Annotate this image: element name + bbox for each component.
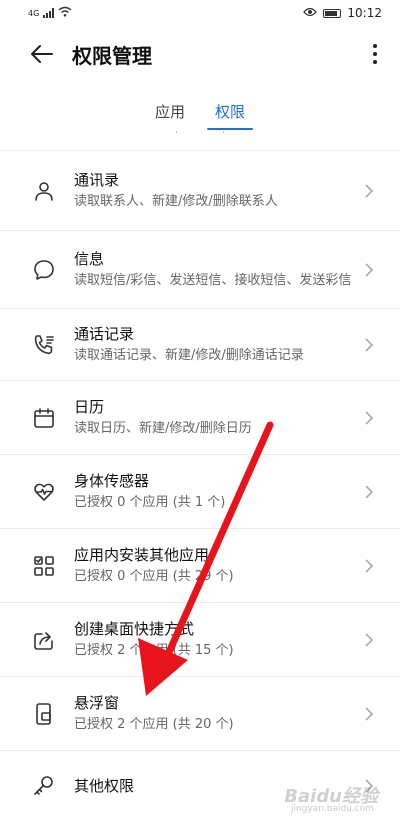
floating-window-icon (30, 700, 58, 728)
page-title: 权限管理 (72, 43, 152, 68)
permission-subtitle: 读取短信/彩信、发送短信、接收短信、发送彩信 (74, 273, 352, 288)
tab-apps[interactable]: 应用 (155, 101, 185, 130)
permission-subtitle: 读取日历、新建/修改/删除日历 (74, 421, 252, 436)
permission-title: 悬浮窗 (74, 694, 120, 712)
signal-icon (43, 8, 55, 18)
permission-title: 通话记录 (74, 325, 135, 343)
permission-item-contacts[interactable]: 通讯录 读取联系人、新建/修改/删除联系人 (0, 151, 400, 231)
tab-scroll-dots: · · (174, 128, 226, 139)
calendar-icon (30, 404, 58, 432)
permission-item-calendar[interactable]: 日历 读取日历、新建/修改/删除日历 (0, 381, 400, 455)
permission-item-body-sensors[interactable]: 身体传感器 已授权 0 个应用 (共 1 个) (0, 455, 400, 529)
baidu-watermark-url: jingyan.baidu.com (290, 804, 374, 814)
permission-list: 通讯录 读取联系人、新建/修改/删除联系人 信息 读取短信/彩信、发送短信、接收… (0, 150, 400, 816)
permission-item-floating-window[interactable]: 悬浮窗 已授权 2 个应用 (共 20 个) (0, 677, 400, 751)
status-left: 4G (28, 6, 72, 20)
status-right: 10:12 (303, 6, 382, 20)
chevron-right-icon (364, 183, 374, 199)
permission-item-call-log[interactable]: 通话记录 读取通话记录、新建/修改/删除通话记录 (0, 309, 400, 381)
permission-subtitle: 已授权 2 个应用 (共 20 个) (74, 717, 234, 732)
chevron-right-icon (364, 706, 374, 722)
permission-title: 通讯录 (74, 171, 120, 189)
permission-item-desktop-shortcut[interactable]: 创建桌面快捷方式 已授权 2 个应用 (共 15 个) (0, 603, 400, 677)
permission-title: 日历 (74, 398, 105, 416)
more-options-button[interactable] (364, 42, 386, 66)
chevron-right-icon (364, 632, 374, 648)
wifi-icon (58, 6, 72, 20)
permission-subtitle: 读取通话记录、新建/修改/删除通话记录 (74, 348, 304, 363)
permission-subtitle: 已授权 0 个应用 (共 1 个) (74, 495, 226, 510)
heart-icon (30, 478, 58, 506)
chevron-right-icon (364, 262, 374, 278)
permission-item-install-apps[interactable]: 应用内安装其他应用 已授权 0 个应用 (共 29 个) (0, 529, 400, 603)
shortcut-icon (30, 626, 58, 654)
permission-title: 创建桌面快捷方式 (74, 620, 195, 638)
permission-item-messages[interactable]: 信息 读取短信/彩信、发送短信、接收短信、发送彩信 (0, 231, 400, 309)
app-header: 权限管理 (0, 26, 400, 82)
eye-icon (303, 6, 318, 20)
back-button[interactable] (30, 42, 54, 66)
permission-title: 身体传感器 (74, 472, 150, 490)
tab-bar: 应用 权限 (0, 90, 400, 130)
permission-title: 信息 (74, 250, 105, 268)
contact-icon (30, 177, 58, 205)
network-type-label: 4G (28, 8, 40, 18)
clock-time: 10:12 (347, 6, 382, 20)
status-bar: 4G 10:12 (0, 0, 400, 26)
permission-title: 应用内安装其他应用 (74, 546, 210, 564)
permission-subtitle: 读取联系人、新建/修改/删除联系人 (74, 194, 278, 209)
chevron-right-icon (364, 337, 374, 353)
back-arrow-icon (31, 45, 53, 63)
permission-subtitle: 已授权 2 个应用 (共 15 个) (74, 643, 234, 658)
tab-permissions[interactable]: 权限 (206, 101, 254, 130)
permission-subtitle: 已授权 0 个应用 (共 29 个) (74, 569, 234, 584)
chevron-right-icon (364, 484, 374, 500)
app-grid-icon (30, 552, 58, 580)
call-log-icon (30, 331, 58, 359)
message-icon (30, 256, 58, 284)
chevron-right-icon (364, 558, 374, 574)
key-icon (30, 772, 58, 800)
chevron-right-icon (364, 410, 374, 426)
battery-icon (323, 8, 342, 18)
